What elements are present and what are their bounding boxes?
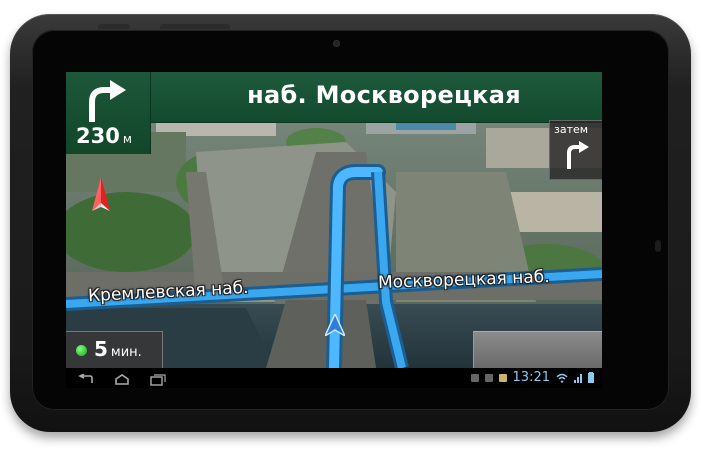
then-turn-panel[interactable]: затем: [549, 120, 602, 180]
turn-distance: 230 м: [76, 124, 132, 148]
system-bar: 13:21: [66, 368, 602, 388]
navigation-screen: наб. Москворецкая 230 м затем Кремлевская…: [66, 72, 602, 368]
options-panel[interactable]: [473, 331, 602, 368]
recent-apps-icon[interactable]: [150, 371, 166, 390]
turn-right-arrow-icon: [89, 80, 126, 122]
eta-text: 5 мин.: [94, 337, 142, 361]
back-icon[interactable]: [78, 371, 94, 390]
compass-icon[interactable]: [90, 177, 112, 215]
wifi-icon: [556, 373, 568, 383]
notification-icon: [484, 373, 493, 382]
notification-icon: [470, 373, 479, 382]
side-sensor: [655, 240, 661, 252]
next-turn-panel[interactable]: 230 м: [66, 72, 151, 154]
eta-value: 5: [94, 337, 108, 361]
then-turn-right-icon: [567, 141, 589, 169]
eta-panel[interactable]: 5 мин.: [66, 331, 163, 368]
front-camera: [334, 41, 339, 46]
eta-unit: мин.: [110, 345, 142, 360]
hardware-button[interactable]: [98, 24, 130, 29]
distance-value: 230: [76, 124, 120, 148]
distance-unit: м: [122, 132, 132, 146]
status-clock: 13:21: [512, 370, 550, 385]
notification-icon: [498, 373, 507, 382]
home-icon[interactable]: [114, 371, 130, 390]
then-label: затем: [554, 123, 589, 136]
signal-icon: [574, 373, 582, 383]
hardware-button[interactable]: [160, 24, 230, 29]
status-area[interactable]: 13:21: [470, 370, 594, 385]
position-arrow-icon: [325, 314, 345, 336]
traffic-status-dot: [76, 345, 87, 356]
nav-buttons: [78, 371, 166, 390]
next-street-name: наб. Москворецкая: [247, 81, 521, 109]
battery-icon: [588, 372, 594, 383]
